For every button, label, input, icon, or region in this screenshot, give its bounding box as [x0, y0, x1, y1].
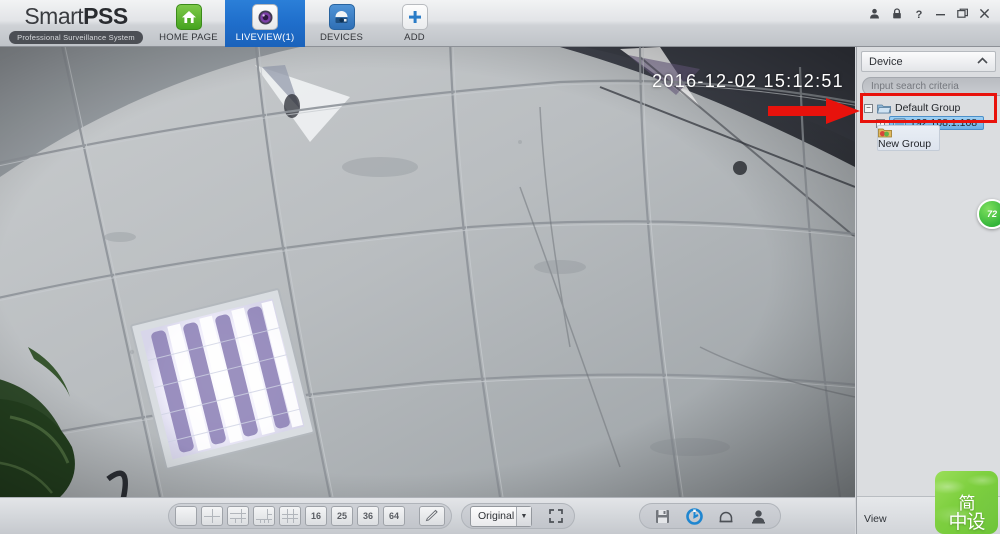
tab-liveview[interactable]: LIVEVIEW(1): [225, 0, 305, 47]
video-stream-canvas: [0, 47, 855, 497]
split-16-button[interactable]: 16: [305, 506, 327, 526]
liveview-video-pane[interactable]: 2016-12-02 15:12:51 IPC: [0, 47, 855, 497]
logo-text-bold: PSS: [83, 3, 128, 29]
liveview-bottom-toolbar: 16 25 36 64 Original ▼: [0, 497, 855, 534]
device-panel-title: Device: [869, 55, 903, 68]
pencil-icon[interactable]: [419, 506, 445, 526]
camera-lens-icon: [252, 4, 278, 30]
split-8-button[interactable]: [253, 506, 275, 526]
split-36-button[interactable]: 36: [357, 506, 379, 526]
split-36-label: 36: [362, 511, 373, 521]
split-4-button[interactable]: [201, 506, 223, 526]
chevron-up-icon[interactable]: [977, 56, 988, 67]
fullscreen-icon[interactable]: [546, 506, 566, 526]
logo-text: SmartPSS: [24, 3, 128, 29]
close-icon[interactable]: [978, 7, 991, 20]
help-icon[interactable]: ?: [912, 7, 925, 20]
app-header: SmartPSS Professional Surveillance Syste…: [0, 0, 1000, 47]
split-6-button[interactable]: [227, 506, 249, 526]
view-label: View: [864, 513, 887, 525]
home-icon: [175, 4, 202, 30]
refresh-icon[interactable]: [684, 506, 704, 526]
stream-controls-group: Original ▼: [461, 503, 575, 529]
folder-colored-icon: [878, 126, 892, 138]
video-timestamp: 2016-12-02 15:12:51: [652, 71, 844, 91]
folder-open-icon: [877, 102, 891, 114]
watermark-text: 简 中设: [935, 496, 998, 532]
alarm-bell-icon[interactable]: [716, 506, 736, 526]
save-icon[interactable]: [652, 506, 672, 526]
window-controls: ?: [868, 0, 1000, 47]
tree-node-default-group-label: Default Group: [895, 102, 961, 114]
main-nav-tabs: HOME PAGE LIVEVIEW(1) DEVICES ADD: [152, 0, 451, 47]
split-25-label: 25: [336, 511, 347, 521]
expander-collapse-icon[interactable]: −: [864, 103, 873, 113]
split-64-button[interactable]: 64: [383, 506, 405, 526]
action-buttons-group: [639, 503, 781, 529]
app-logo: SmartPSS Professional Surveillance Syste…: [0, 0, 152, 47]
device-tree: − Default Group + 192.168.1.108 New Grou…: [857, 99, 1000, 151]
search-input[interactable]: [862, 77, 1000, 96]
watermark-logo: 简 中设: [935, 471, 998, 534]
new-group-row[interactable]: New Group: [877, 125, 941, 151]
split-25-button[interactable]: 25: [331, 506, 353, 526]
chevron-down-icon[interactable]: ▼: [516, 506, 531, 526]
logo-tagline: Professional Surveillance System: [9, 31, 143, 44]
tab-home-page[interactable]: HOME PAGE: [152, 0, 225, 47]
split-64-label: 64: [388, 511, 399, 521]
logo-text-light: Smart: [24, 3, 84, 29]
device-panel-header[interactable]: Device: [861, 51, 996, 72]
split-1-button[interactable]: [175, 506, 197, 526]
stream-mode-value: Original: [478, 510, 515, 522]
device-side-panel: Device − Default Group +: [856, 47, 1000, 534]
tab-liveview-label: LIVEVIEW(1): [235, 32, 295, 43]
user-icon[interactable]: [868, 7, 881, 20]
split-9-button[interactable]: [279, 506, 301, 526]
minimize-icon[interactable]: [934, 7, 947, 20]
maximize-icon[interactable]: [956, 7, 969, 20]
status-badge[interactable]: 72: [977, 199, 1000, 229]
device-search-row: [862, 77, 1000, 96]
tab-devices-label: DEVICES: [319, 32, 364, 43]
tree-node-new-group[interactable]: New Group: [861, 125, 996, 151]
watermark-line-2: 中设: [948, 511, 985, 533]
dome-camera-icon: [328, 4, 355, 30]
tab-home-page-label: HOME PAGE: [159, 32, 218, 43]
plus-icon: [401, 4, 428, 30]
tab-add[interactable]: ADD: [378, 0, 451, 47]
tree-node-default-group[interactable]: − Default Group: [861, 101, 996, 115]
tab-add-label: ADD: [404, 32, 425, 43]
split-layout-group: 16 25 36 64: [168, 503, 452, 529]
talk-icon[interactable]: [748, 506, 768, 526]
smartpss-window: SmartPSS Professional Surveillance Syste…: [0, 0, 1000, 534]
stream-mode-select[interactable]: Original ▼: [470, 505, 532, 527]
lock-icon[interactable]: [890, 7, 903, 20]
split-16-label: 16: [310, 511, 321, 521]
svg-text:?: ?: [915, 9, 922, 20]
tree-node-new-group-label: New Group: [878, 138, 932, 150]
tab-devices[interactable]: DEVICES: [305, 0, 378, 47]
